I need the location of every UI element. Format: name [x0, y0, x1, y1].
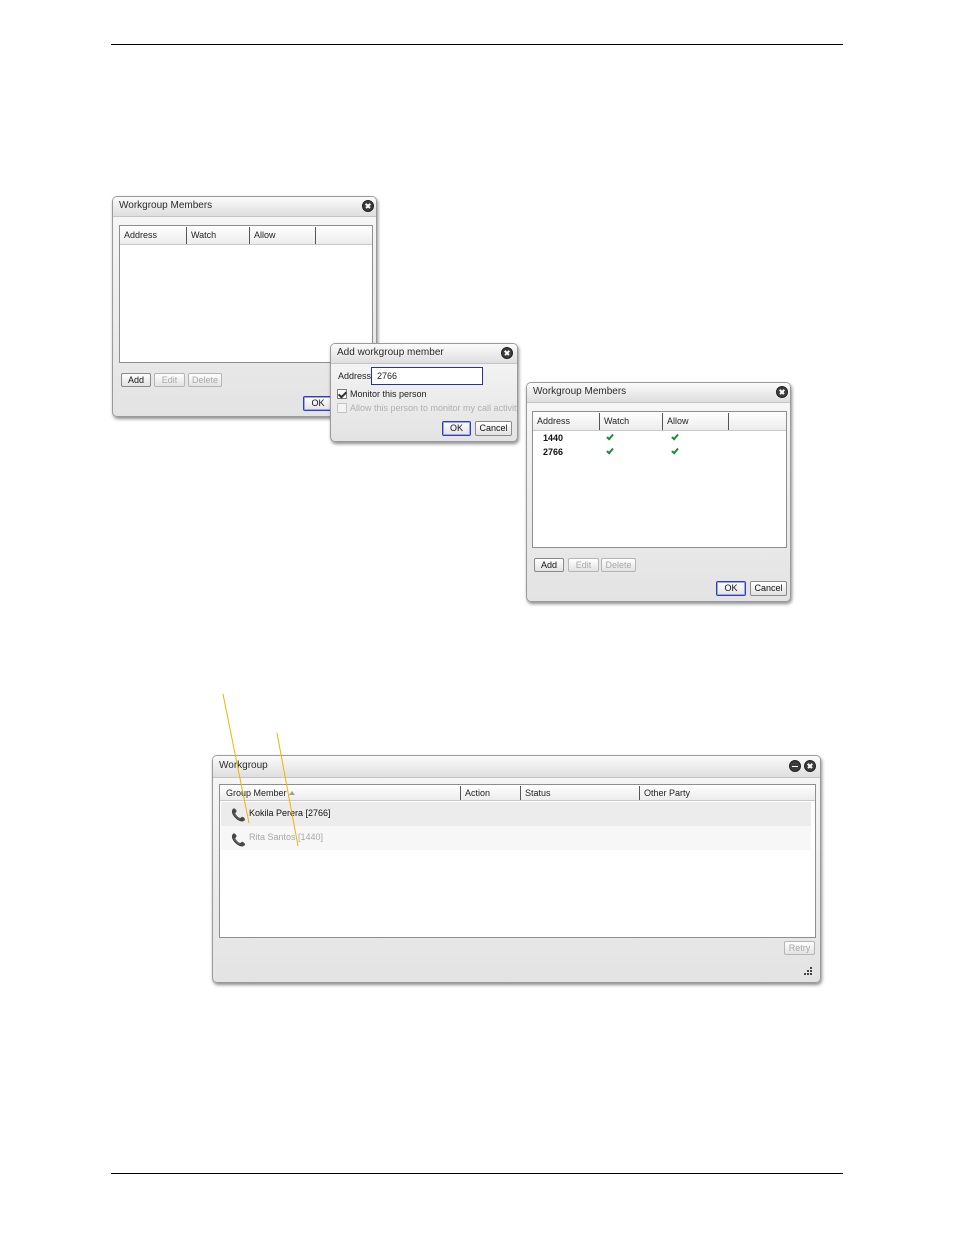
callout-line-unavailable [276, 732, 299, 847]
callout-line-available [222, 693, 250, 824]
callout-lines [222, 693, 299, 847]
